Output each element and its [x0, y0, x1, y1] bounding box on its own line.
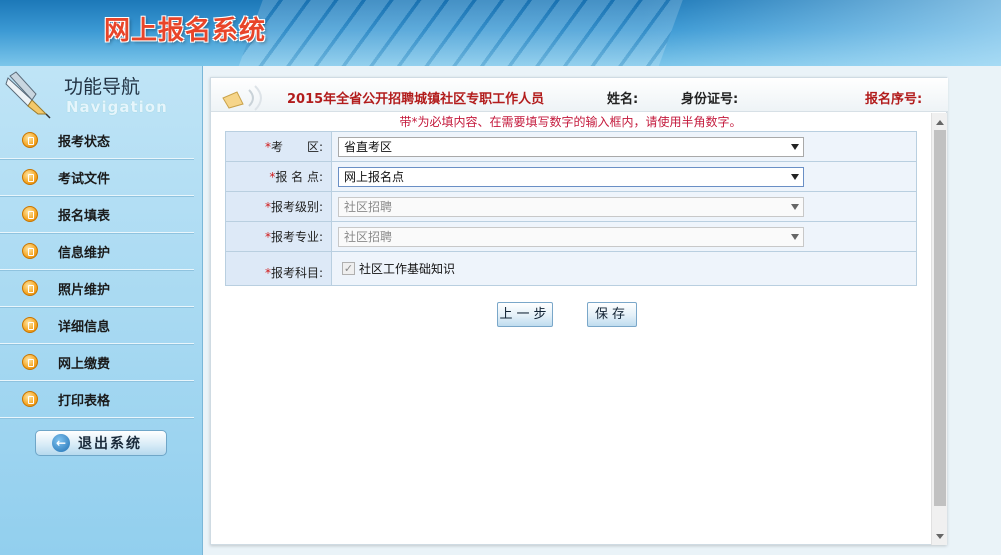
checkmark-icon: ✓: [342, 262, 355, 275]
form-row-subject: *报考科目: ✓ 社区工作基础知识: [225, 251, 917, 286]
sidebar-item-photo-maintenance[interactable]: 照片维护: [0, 270, 194, 307]
subject-checkbox[interactable]: ✓ 社区工作基础知识: [342, 260, 455, 277]
form-row-exam-area: *考 区: 省直考区: [225, 131, 917, 162]
scrollbar-thumb[interactable]: [934, 130, 946, 506]
form-row-major: *报考专业: 社区招聘: [225, 221, 917, 252]
keyboard-graphic: [229, 0, 691, 66]
nav-subtitle: Navigation: [66, 98, 168, 116]
app-title: 网上报名系统: [104, 16, 267, 46]
document-icon: [22, 132, 38, 148]
exam-level-select[interactable]: 社区招聘: [338, 196, 804, 217]
sidebar-item-fill-form[interactable]: 报名填表: [0, 196, 194, 233]
document-icon: [22, 280, 38, 296]
logout-button[interactable]: ← 退出系统: [35, 430, 167, 456]
field-label: *报考专业:: [225, 221, 332, 252]
sidebar-item-exam-files[interactable]: 考试文件: [0, 159, 194, 196]
info-bar: 2015年全省公开招聘城镇社区专职工作人员 姓名: 身份证号: 报名序号:: [211, 78, 948, 112]
dropdown-arrow-icon: [791, 143, 799, 150]
registration-form: *考 区: 省直考区 *报 名 点: 网上报名点 *报考级别: 社区招聘 *报考…: [225, 131, 917, 286]
registration-point-select[interactable]: 网上报名点: [338, 166, 804, 187]
back-arrow-icon: ←: [52, 434, 70, 452]
sidebar: 功能导航 Navigation 报考状态 考试文件 报名填表 信息维护 照片维护…: [0, 66, 203, 555]
sidebar-item-label: 网上缴费: [58, 356, 111, 372]
dropdown-arrow-icon: [791, 233, 799, 240]
scroll-down-icon[interactable]: [936, 534, 944, 539]
field-label: *报考级别:: [225, 191, 332, 222]
sidebar-item-label: 报考状态: [58, 134, 111, 150]
header-banner: 网上报名系统: [0, 0, 1001, 66]
sidebar-item-details[interactable]: 详细信息: [0, 307, 194, 344]
field-label: *报 名 点:: [225, 161, 332, 192]
save-button[interactable]: 保存: [587, 302, 637, 327]
form-row-level: *报考级别: 社区招聘: [225, 191, 917, 222]
subject-checkbox-label: 社区工作基础知识: [359, 262, 456, 276]
sidebar-item-online-payment[interactable]: 网上缴费: [0, 344, 194, 381]
document-icon: [22, 391, 38, 407]
exam-major-select[interactable]: 社区招聘: [338, 226, 804, 247]
logout-label: 退出系统: [78, 436, 142, 452]
id-number-label: 身份证号:: [681, 92, 739, 107]
exam-title: 2015年全省公开招聘城镇社区专职工作人员: [287, 92, 545, 107]
action-buttons: 上一步 保存: [497, 302, 637, 327]
document-icon: [22, 317, 38, 333]
sidebar-item-label: 照片维护: [58, 282, 111, 298]
document-icon: [22, 206, 38, 222]
sidebar-item-label: 打印表格: [58, 393, 111, 409]
form-panel: 2015年全省公开招聘城镇社区专职工作人员 姓名: 身份证号: 报名序号: 带*…: [210, 77, 948, 545]
required-notice: 带*为必填内容、在需要填写数字的输入框内，请使用半角数字。: [399, 115, 742, 129]
sidebar-item-label: 报名填表: [58, 208, 111, 224]
dropdown-arrow-icon: [791, 173, 799, 180]
fountain-pen-icon: [5, 71, 51, 119]
nav-title: 功能导航: [64, 76, 141, 98]
name-label: 姓名:: [607, 92, 639, 107]
document-icon: [22, 354, 38, 370]
speaker-icon: [222, 85, 262, 111]
sidebar-item-print-form[interactable]: 打印表格: [0, 381, 194, 418]
form-row-reg-point: *报 名 点: 网上报名点: [225, 161, 917, 192]
vertical-scrollbar[interactable]: [931, 113, 947, 545]
sidebar-item-exam-status[interactable]: 报考状态: [0, 122, 194, 159]
dropdown-arrow-icon: [791, 203, 799, 210]
field-label: *报考科目:: [225, 251, 332, 286]
nav-list: 报考状态 考试文件 报名填表 信息维护 照片维护 详细信息 网上缴费 打印表格: [0, 122, 202, 418]
document-icon: [22, 243, 38, 259]
sidebar-item-info-maintenance[interactable]: 信息维护: [0, 233, 194, 270]
previous-step-button[interactable]: 上一步: [497, 302, 553, 327]
sidebar-item-label: 信息维护: [58, 245, 111, 261]
serial-number-label: 报名序号:: [865, 92, 923, 107]
nav-header: 功能导航 Navigation: [0, 66, 202, 122]
sidebar-item-label: 考试文件: [58, 171, 111, 187]
sidebar-item-label: 详细信息: [58, 319, 111, 335]
banner-glow: [641, 0, 1001, 66]
document-icon: [22, 169, 38, 185]
main-area: 2015年全省公开招聘城镇社区专职工作人员 姓名: 身份证号: 报名序号: 带*…: [207, 66, 1001, 555]
field-label: *考 区:: [225, 131, 332, 162]
exam-area-select[interactable]: 省直考区: [338, 136, 804, 157]
scroll-up-icon[interactable]: [936, 120, 944, 125]
